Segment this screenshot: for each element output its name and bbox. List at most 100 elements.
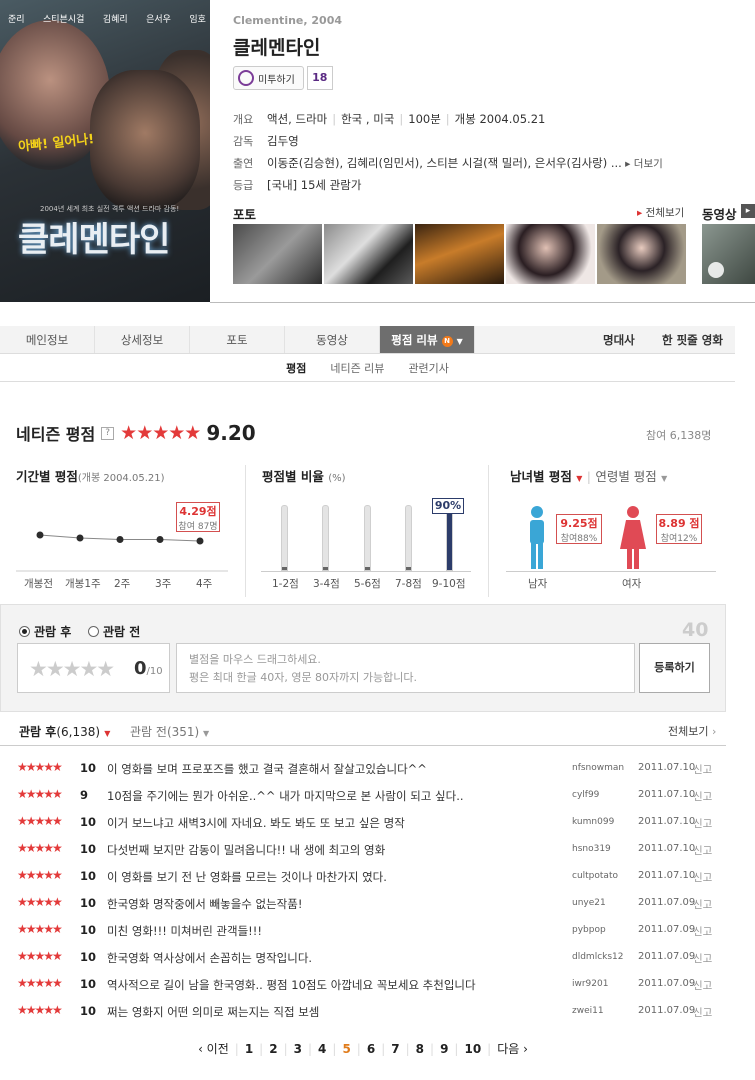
page-link[interactable]: 10 — [458, 1042, 487, 1056]
male-score: 9.25점 — [560, 517, 598, 530]
chevron-down-icon: ▼ — [456, 337, 463, 346]
page-link[interactable]: 3 — [288, 1042, 308, 1056]
review-user[interactable]: pybpop — [572, 925, 606, 935]
genre-link[interactable]: 액션, 드라마 — [267, 112, 327, 126]
ratio-label: 평점별 비율 — [262, 469, 324, 484]
english-title: Clementine, 2004 — [233, 14, 343, 27]
review-user[interactable]: nfsnowman — [572, 763, 624, 773]
review-user[interactable]: zwei11 — [572, 1006, 604, 1016]
report-link[interactable]: 신고 — [693, 870, 712, 885]
tab-rating-review[interactable]: 평점 리뷰 N ▼ — [380, 326, 475, 353]
radio-before[interactable]: 관람 전 — [88, 623, 140, 640]
tab-age-rating[interactable]: 연령별 평점 — [595, 469, 656, 484]
ratio-x-label: 5-6점 — [354, 578, 381, 590]
reviews-see-all-link[interactable]: 전체보기 › — [668, 723, 716, 739]
tab-detail-info[interactable]: 상세정보 — [95, 326, 190, 353]
radio-after[interactable]: 관람 후 — [19, 623, 71, 640]
tab-main-info[interactable]: 메인정보 — [0, 326, 95, 353]
video-thumb[interactable] — [702, 224, 755, 284]
review-user[interactable]: unye21 — [572, 898, 606, 908]
ratio-x-label: 9-10점 — [432, 578, 466, 590]
photo-thumb[interactable] — [324, 224, 413, 284]
tab-before-reviews[interactable]: 관람 전(351) ▼ — [130, 723, 209, 740]
review-user[interactable]: cultpotato — [572, 871, 618, 881]
before-count: (351) — [166, 725, 200, 739]
poster-title: 클레멘타인 — [18, 220, 170, 260]
tab-quotes[interactable]: 명대사 — [603, 326, 635, 354]
metoo-label: 미투하기 — [258, 74, 295, 86]
report-link[interactable]: 신고 — [693, 789, 712, 804]
next-page-link[interactable]: 다음 › — [491, 1040, 534, 1057]
review-user[interactable]: kumn099 — [572, 817, 614, 827]
subtab-rating[interactable]: 평점 — [274, 356, 318, 381]
report-link[interactable]: 신고 — [693, 897, 712, 912]
chevron-down-icon: ▼ — [661, 474, 668, 483]
chevron-right-icon: › — [711, 725, 717, 738]
report-link[interactable]: 신고 — [693, 762, 712, 777]
photo-see-all-link[interactable]: ▸ 전체보기 — [637, 205, 684, 220]
movie-info-table: 개요 액션, 드라마 | 한국 , 미국 | 100분 | 개봉 2004.05.21 감독… — [233, 108, 753, 196]
sub-tabs: 평점 네티즌 리뷰 관련기사 — [0, 356, 735, 382]
metoo: 미투하기 18 — [233, 66, 333, 90]
review-score: 10 — [80, 842, 97, 856]
review-user[interactable]: hsno319 — [572, 844, 611, 854]
video-next-icon[interactable]: ▸ — [741, 204, 755, 218]
cast-list[interactable]: 이동준(김승현), 김혜리(임민서), 스티븐 시걸(잭 밀러), 은서우(김사… — [267, 155, 622, 171]
page-link[interactable]: 9 — [434, 1042, 454, 1056]
subtab-articles[interactable]: 관련기사 — [396, 356, 460, 381]
report-link[interactable]: 신고 — [693, 951, 712, 966]
subtab-netizen-review[interactable]: 네티즌 리뷰 — [318, 356, 396, 381]
review-user[interactable]: iwr9201 — [572, 979, 608, 989]
star-rating-input[interactable]: ★★★★★ 0/10 — [17, 643, 170, 693]
photo-thumb[interactable] — [506, 224, 595, 284]
page-link[interactable]: 2 — [263, 1042, 283, 1056]
radio-after-label: 관람 후 — [34, 625, 72, 639]
tab-video[interactable]: 동영상 — [285, 326, 380, 353]
metoo-button[interactable]: 미투하기 — [233, 66, 304, 90]
submit-button[interactable]: 등록하기 — [639, 643, 710, 693]
report-link[interactable]: 신고 — [693, 924, 712, 939]
page-link[interactable]: 7 — [385, 1042, 405, 1056]
ratio-baseline — [261, 571, 471, 572]
tab-gender-rating[interactable]: 남녀별 평점 — [510, 469, 572, 484]
country-link[interactable]: 한국 , 미국 — [341, 112, 394, 126]
empty-stars[interactable]: ★★★★★ — [29, 657, 115, 681]
photo-thumb[interactable] — [233, 224, 322, 284]
report-link[interactable]: 신고 — [693, 978, 712, 993]
report-link[interactable]: 신고 — [693, 1005, 712, 1020]
page-link[interactable]: 1 — [239, 1042, 259, 1056]
review-user[interactable]: dldmlcks12 — [572, 952, 624, 962]
help-icon[interactable]: ? — [101, 426, 115, 440]
release-date[interactable]: 개봉 2004.05.21 — [455, 112, 546, 126]
review-user[interactable]: cylf99 — [572, 790, 599, 800]
period-x-label: 4주 — [196, 578, 213, 590]
current-page[interactable]: 5 — [336, 1042, 356, 1056]
review-stars: ★★★★★ — [17, 841, 63, 855]
review-textarea[interactable]: 별점을 마우스 드래그하세요. 평은 최대 한글 40자, 영문 80자까지 가… — [176, 643, 635, 693]
photo-thumb[interactable] — [597, 224, 686, 284]
tab-related-movies[interactable]: 한 핏줄 영화 — [662, 326, 723, 354]
review-score: 10 — [80, 923, 97, 937]
review-text: 이 영화를 보기 전 난 영화를 모르는 것이나 마찬가지 였다. — [107, 870, 387, 884]
report-link[interactable]: 신고 — [693, 816, 712, 831]
director-link[interactable]: 김두영 — [267, 133, 299, 149]
photo-thumb[interactable] — [415, 224, 504, 284]
more-cast-link[interactable]: ▸ 더보기 — [622, 156, 663, 171]
poster-cast-name: 임호 — [189, 15, 206, 25]
info-key: 감독 — [233, 135, 254, 148]
report-link[interactable]: 신고 — [693, 843, 712, 858]
photo-section-title: 포토 — [233, 207, 257, 222]
page-link[interactable]: 4 — [312, 1042, 332, 1056]
prev-page-link[interactable]: ‹ 이전 — [192, 1040, 235, 1057]
list-item: ★★★★★ 10 이 영화를 보기 전 난 영화를 모르는 것이나 마찬가지 였다.… — [0, 863, 726, 890]
page-link[interactable]: 8 — [410, 1042, 430, 1056]
tab-after-reviews[interactable]: 관람 후(6,138) ▼ — [19, 723, 110, 740]
movie-poster[interactable]: 준리 스티븐시걸 김혜리 은서우 임호 아빠! 일어나! 2004년 세계 최초… — [0, 0, 210, 302]
review-text: 한국영화 역사상에서 손꼽히는 명작입니다. — [107, 951, 313, 965]
netizen-rating-header: 네티즌 평점 ? ★★★★★ 9.20 — [16, 421, 256, 445]
tab-photo[interactable]: 포토 — [190, 326, 285, 353]
review-text: 이 영화를 보며 프로포즈를 했고 결국 결혼해서 잘살고있습니다^^ — [107, 762, 427, 776]
review-date: 2011.07.09 — [638, 1005, 696, 1016]
review-date: 2011.07.10 — [638, 870, 696, 881]
page-link[interactable]: 6 — [361, 1042, 381, 1056]
